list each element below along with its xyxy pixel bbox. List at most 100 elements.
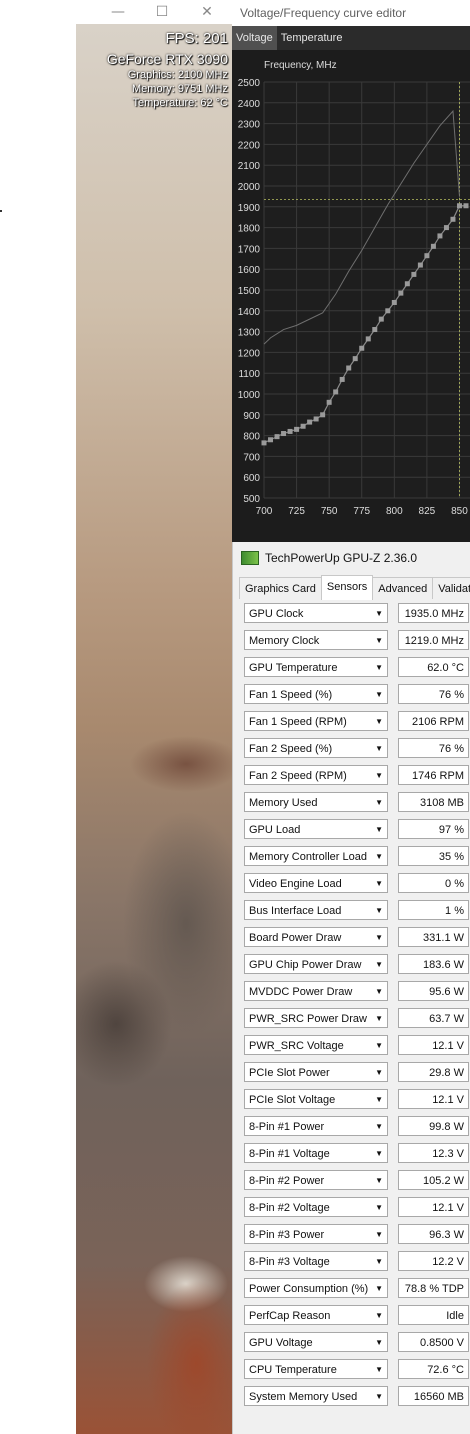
sensor-value: 62.0 °C	[398, 657, 469, 677]
game-viewport[interactable]	[76, 24, 232, 1434]
chevron-down-icon: ▼	[375, 987, 383, 996]
maximize-button[interactable]: ☐	[147, 2, 177, 22]
sensor-name-dropdown[interactable]: Board Power Draw ▼	[244, 927, 388, 947]
sensor-name-dropdown[interactable]: Fan 2 Speed (RPM) ▼	[244, 765, 388, 785]
sensor-row: Memory Controller Load ▼ 35 %	[241, 846, 470, 868]
sensor-name-dropdown[interactable]: 8-Pin #2 Power ▼	[244, 1170, 388, 1190]
chevron-down-icon: ▼	[375, 1176, 383, 1185]
tab-validation[interactable]: Validation	[432, 577, 470, 599]
sensor-value: 95.6 W	[398, 981, 469, 1001]
y-tick-label: 1500	[238, 286, 261, 297]
chevron-down-icon: ▼	[375, 1095, 383, 1104]
sensor-name-dropdown[interactable]: PWR_SRC Power Draw ▼	[244, 1008, 388, 1028]
sensor-name-dropdown[interactable]: CPU Temperature ▼	[244, 1359, 388, 1379]
sensor-name: 8-Pin #3 Voltage	[249, 1256, 330, 1268]
sensor-value: 12.3 V	[398, 1143, 469, 1163]
chevron-down-icon: ▼	[375, 906, 383, 915]
sensor-name-dropdown[interactable]: GPU Load ▼	[244, 819, 388, 839]
chevron-down-icon: ▼	[375, 609, 383, 618]
sensor-name-dropdown[interactable]: System Memory Used ▼	[244, 1386, 388, 1406]
chevron-down-icon: ▼	[375, 1392, 383, 1401]
vf-curve-point	[378, 316, 384, 322]
y-tick-label: 2200	[238, 140, 261, 151]
sensor-name: 8-Pin #2 Voltage	[249, 1202, 330, 1214]
sensor-name-dropdown[interactable]: 8-Pin #1 Power ▼	[244, 1116, 388, 1136]
sensor-name-dropdown[interactable]: Memory Clock ▼	[244, 630, 388, 650]
sensor-name-dropdown[interactable]: PerfCap Reason ▼	[244, 1305, 388, 1325]
sensor-name-dropdown[interactable]: Fan 2 Speed (%) ▼	[244, 738, 388, 758]
sensor-row: PerfCap Reason ▼ Idle	[241, 1305, 470, 1327]
sensor-name-dropdown[interactable]: GPU Clock ▼	[244, 603, 388, 623]
tab-advanced[interactable]: Advanced	[372, 577, 434, 599]
sensor-name-dropdown[interactable]: GPU Temperature ▼	[244, 657, 388, 677]
sensor-value: 0 %	[398, 873, 469, 893]
vf-editor-tabs: Voltage Temperature	[232, 26, 470, 50]
y-tick-label: 2300	[238, 120, 261, 131]
close-button[interactable]: ✕	[192, 2, 222, 22]
sensor-row: CPU Temperature ▼ 72.6 °C	[241, 1359, 470, 1381]
sensor-name-dropdown[interactable]: Memory Controller Load ▼	[244, 846, 388, 866]
sensor-name-dropdown[interactable]: 8-Pin #1 Voltage ▼	[244, 1143, 388, 1163]
y-tick-label: 1700	[238, 244, 261, 255]
vf-curve-point	[456, 203, 462, 209]
sensor-name-dropdown[interactable]: 8-Pin #3 Voltage ▼	[244, 1251, 388, 1271]
sensor-row: Fan 2 Speed (RPM) ▼ 1746 RPM	[241, 765, 470, 787]
sensor-name-dropdown[interactable]: 8-Pin #2 Voltage ▼	[244, 1197, 388, 1217]
vf-curve-point	[372, 327, 378, 333]
chevron-down-icon: ▼	[375, 879, 383, 888]
sensor-name-dropdown[interactable]: Memory Used ▼	[244, 792, 388, 812]
sensor-row: 8-Pin #3 Voltage ▼ 12.2 V	[241, 1251, 470, 1273]
sensor-name-dropdown[interactable]: Power Consumption (%) ▼	[244, 1278, 388, 1298]
y-tick-label: 800	[243, 432, 260, 443]
gpuz-title: TechPowerUp GPU-Z 2.36.0	[265, 551, 418, 565]
sensor-name-dropdown[interactable]: Fan 1 Speed (RPM) ▼	[244, 711, 388, 731]
chevron-down-icon: ▼	[375, 690, 383, 699]
tab-temperature[interactable]: Temperature	[277, 26, 347, 50]
sensor-name: 8-Pin #2 Power	[249, 1175, 325, 1187]
vf-curve-point	[333, 389, 339, 395]
sensor-row: Fan 2 Speed (%) ▼ 76 %	[241, 738, 470, 760]
tab-voltage[interactable]: Voltage	[232, 26, 277, 50]
sensor-name: PCIe Slot Voltage	[249, 1094, 336, 1106]
sensor-name-dropdown[interactable]: Bus Interface Load ▼	[244, 900, 388, 920]
vf-curve-point	[385, 308, 391, 314]
sensor-row: 8-Pin #2 Voltage ▼ 12.1 V	[241, 1197, 470, 1219]
sensor-name-dropdown[interactable]: MVDDC Power Draw ▼	[244, 981, 388, 1001]
minimize-button[interactable]: —	[103, 2, 133, 22]
vf-curve-point	[437, 233, 443, 239]
sensor-name: Video Engine Load	[249, 878, 342, 890]
sensor-name-dropdown[interactable]: Fan 1 Speed (%) ▼	[244, 684, 388, 704]
sensor-row: Fan 1 Speed (RPM) ▼ 2106 RPM	[241, 711, 470, 733]
vf-curve-point	[268, 437, 274, 443]
vf-curve-chart[interactable]: 500 600 700 800 900 1000 1100 1200 1300 1400 1500 1…	[232, 50, 470, 542]
sensor-name-dropdown[interactable]: PCIe Slot Power ▼	[244, 1062, 388, 1082]
sensor-row: PWR_SRC Power Draw ▼ 63.7 W	[241, 1008, 470, 1030]
stray-pixel	[0, 210, 2, 212]
sensor-name-dropdown[interactable]: GPU Voltage ▼	[244, 1332, 388, 1352]
tab-sensors[interactable]: Sensors	[320, 575, 374, 600]
sensor-name-dropdown[interactable]: 8-Pin #3 Power ▼	[244, 1224, 388, 1244]
sensor-name-dropdown[interactable]: GPU Chip Power Draw ▼	[244, 954, 388, 974]
vf-curve-point	[417, 262, 423, 268]
sensor-value: 29.8 W	[398, 1062, 469, 1082]
sensor-row: PCIe Slot Voltage ▼ 12.1 V	[241, 1089, 470, 1111]
sensor-value: 3108 MB	[398, 792, 469, 812]
sensor-value: 12.1 V	[398, 1035, 469, 1055]
sensor-value: 1935.0 MHz	[398, 603, 469, 623]
sensor-value: 12.1 V	[398, 1089, 469, 1109]
sensor-name: 8-Pin #1 Power	[249, 1121, 325, 1133]
y-axis-label: Frequency, MHz	[264, 60, 337, 71]
vf-curve-point	[450, 216, 456, 222]
vf-curve-point	[274, 434, 280, 440]
x-tick-label: 800	[386, 506, 403, 517]
osd-temperature: Temperature: 62 °C	[132, 97, 229, 109]
sensor-value: 12.1 V	[398, 1197, 469, 1217]
sensor-row: GPU Voltage ▼ 0.8500 V	[241, 1332, 470, 1354]
sensor-value: 0.8500 V	[398, 1332, 469, 1352]
gpuz-tabs: Graphics Card Sensors Advanced Validatio…	[239, 575, 470, 600]
sensor-name-dropdown[interactable]: PWR_SRC Voltage ▼	[244, 1035, 388, 1055]
sensor-name-dropdown[interactable]: Video Engine Load ▼	[244, 873, 388, 893]
tab-graphics-card[interactable]: Graphics Card	[239, 577, 322, 599]
sensor-name: GPU Chip Power Draw	[249, 959, 362, 971]
sensor-name-dropdown[interactable]: PCIe Slot Voltage ▼	[244, 1089, 388, 1109]
